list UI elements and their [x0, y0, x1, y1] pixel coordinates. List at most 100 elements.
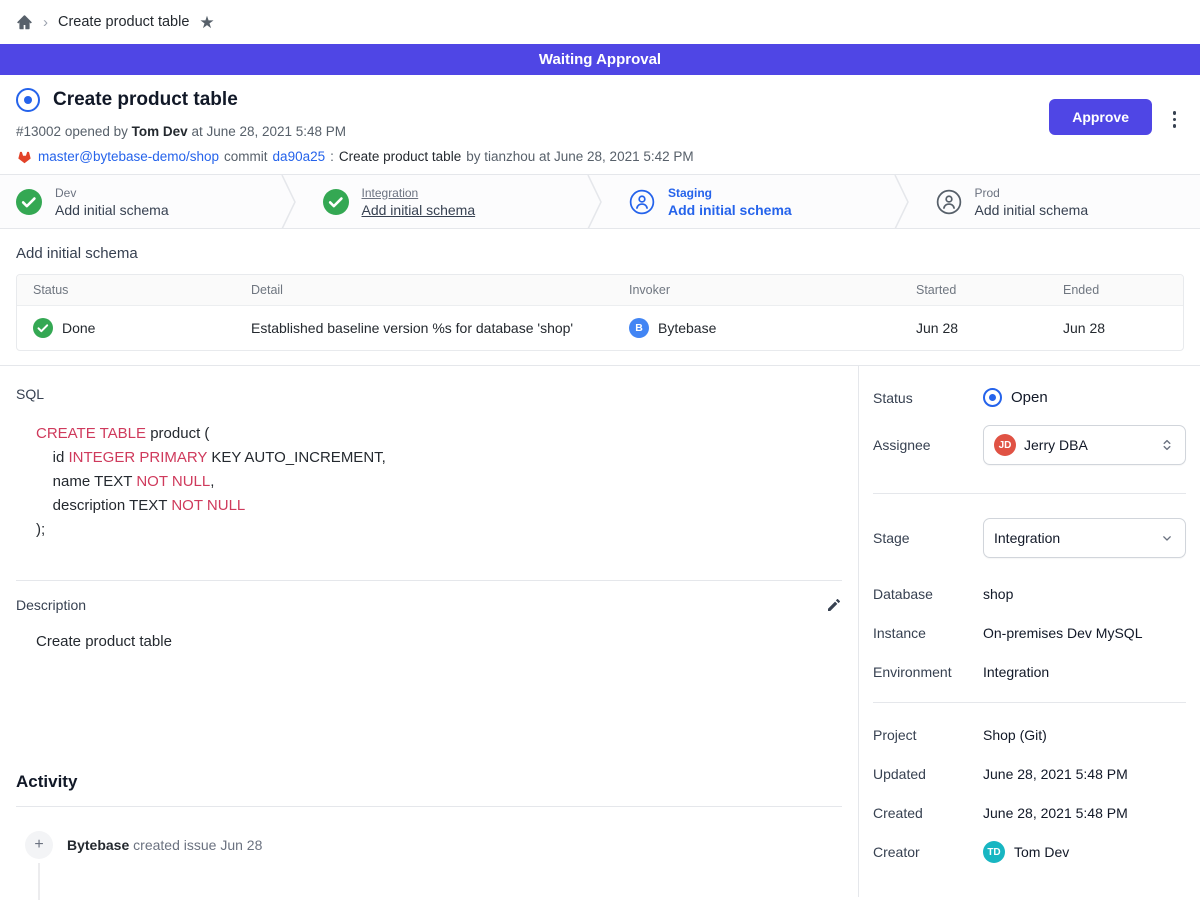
check-circle-icon: [16, 189, 42, 215]
sql-token: KEY AUTO_INCREMENT,: [207, 449, 386, 466]
timeline-line: [38, 863, 40, 900]
stage-label: Stage: [873, 530, 983, 546]
task-ended: Jun 28: [1047, 306, 1183, 351]
creator-value: Tom Dev: [1014, 844, 1069, 860]
commit-hash-link[interactable]: da90a25: [273, 149, 326, 164]
commit-word: commit: [224, 149, 268, 164]
created-label: Created: [873, 805, 983, 821]
creator-avatar: TD: [983, 841, 1005, 863]
issue-author[interactable]: Tom Dev: [132, 124, 188, 139]
task-row[interactable]: Done Established baseline version %s for…: [17, 306, 1183, 351]
activity-actor: Bytebase: [67, 837, 129, 853]
assignee-value: Jerry DBA: [1024, 437, 1088, 453]
stage-separator: [894, 175, 910, 228]
environment-label: Environment: [873, 664, 983, 680]
assignee-select[interactable]: JD Jerry DBA: [983, 425, 1186, 465]
stage-task-label[interactable]: Add initial schema: [55, 202, 169, 218]
more-options-icon[interactable]: [1169, 107, 1181, 132]
check-circle-icon: [33, 318, 53, 338]
star-icon[interactable]: ★: [199, 14, 214, 31]
home-icon[interactable]: [16, 14, 33, 31]
sql-token: );: [36, 521, 45, 538]
sql-line: name TEXT NOT NULL,: [36, 470, 842, 494]
task-status: Done: [62, 320, 95, 336]
pipeline-stage-staging[interactable]: Staging Add initial schema: [603, 175, 894, 228]
stage-task-label[interactable]: Add initial schema: [668, 202, 792, 218]
stage-separator: [281, 175, 297, 228]
issue-open-status-icon: [16, 88, 40, 112]
commit-suffix: by tianzhou at June 28, 2021 5:42 PM: [466, 149, 693, 164]
task-detail: Established baseline version %s for data…: [235, 306, 613, 351]
task-section-title: Add initial schema: [16, 245, 1184, 262]
commit-separator: :: [330, 149, 334, 164]
stage-select[interactable]: Integration: [983, 518, 1186, 558]
description-text: Create product table: [36, 633, 842, 650]
opened-at-text: at June 28, 2021 5:48 PM: [191, 124, 346, 139]
assignee-avatar: JD: [994, 434, 1016, 456]
task-table: Status Detail Invoker Started Ended Done…: [17, 275, 1183, 350]
sql-token: product (: [146, 425, 209, 442]
database-label: Database: [873, 586, 983, 602]
chevron-updown-icon: [1159, 437, 1175, 453]
stage-env-label: Prod: [975, 186, 1089, 200]
project-label: Project: [873, 727, 983, 743]
pipeline-stage-prod[interactable]: Prod Add initial schema: [910, 175, 1200, 228]
gitlab-icon: [16, 148, 33, 165]
main-column: SQL CREATE TABLE product ( id INTEGER PR…: [0, 366, 858, 897]
check-circle-icon: [323, 189, 349, 215]
breadcrumb-title: Create product table: [58, 14, 189, 30]
open-status-icon: [983, 388, 1002, 407]
bytebase-avatar: B: [629, 318, 649, 338]
task-table-header: Status Detail Invoker Started Ended: [17, 275, 1183, 306]
task-invoker: Bytebase: [658, 320, 716, 336]
pipeline-stage-dev[interactable]: Dev Add initial schema: [0, 175, 281, 228]
commit-ref-link[interactable]: master@bytebase-demo/shop: [38, 149, 219, 164]
chevron-down-icon: [1159, 530, 1175, 546]
divider: [873, 493, 1186, 494]
database-value: shop: [983, 586, 1186, 602]
activity-item: + Bytebase created issue Jun 28: [25, 831, 842, 859]
issue-title: Create product table: [53, 89, 238, 111]
commit-line: master@bytebase-demo/shop commit da90a25…: [16, 148, 1184, 165]
edit-pencil-icon[interactable]: [826, 597, 842, 613]
stage-task-label[interactable]: Add initial schema: [975, 202, 1089, 218]
sql-token: NOT NULL: [136, 473, 210, 490]
sql-code-block: CREATE TABLE product ( id INTEGER PRIMAR…: [36, 422, 842, 542]
activity-heading: Activity: [16, 772, 842, 792]
col-invoker: Invoker: [613, 275, 900, 306]
sql-token: name TEXT: [36, 473, 136, 490]
issue-meta: #13002 opened by Tom Dev at June 28, 202…: [16, 124, 1184, 139]
stage-env-label: Dev: [55, 186, 169, 200]
plus-icon: +: [25, 831, 53, 859]
breadcrumb: › Create product table ★: [0, 0, 1200, 44]
status-value: Open: [1011, 389, 1048, 406]
divider: [16, 806, 842, 807]
sql-token: id: [36, 449, 69, 466]
stage-task-label[interactable]: Add initial schema: [362, 202, 476, 218]
commit-message: Create product table: [339, 149, 461, 164]
sql-line: id INTEGER PRIMARY KEY AUTO_INCREMENT,: [36, 446, 842, 470]
sql-line: );: [36, 518, 842, 542]
divider: [873, 702, 1186, 703]
issue-id: #13002: [16, 124, 61, 139]
person-circle-icon: [629, 189, 655, 215]
pipeline-stage-integration[interactable]: Integration Add initial schema: [297, 175, 588, 228]
sql-label: SQL: [16, 386, 842, 402]
approval-banner: Waiting Approval: [0, 44, 1200, 75]
person-circle-icon: [936, 189, 962, 215]
updated-label: Updated: [873, 766, 983, 782]
sql-token: CREATE TABLE: [36, 425, 146, 442]
sql-line: CREATE TABLE product (: [36, 422, 842, 446]
stage-env-label: Staging: [668, 186, 792, 200]
sql-token: description TEXT: [36, 497, 171, 514]
assignee-label: Assignee: [873, 437, 983, 453]
instance-value: On-premises Dev MySQL: [983, 625, 1186, 641]
project-value: Shop (Git): [983, 727, 1186, 743]
stage-value: Integration: [994, 530, 1060, 546]
approve-button[interactable]: Approve: [1049, 99, 1152, 135]
col-ended: Ended: [1047, 275, 1183, 306]
creator-label: Creator: [873, 844, 983, 860]
col-status: Status: [17, 275, 235, 306]
divider: [16, 580, 842, 581]
col-detail: Detail: [235, 275, 613, 306]
